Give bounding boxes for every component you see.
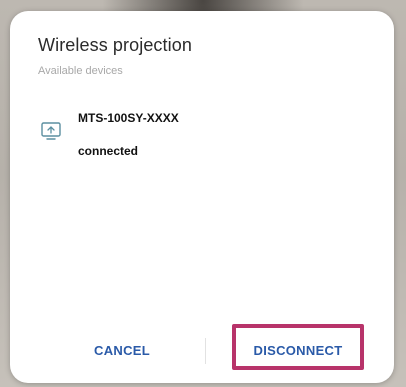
dialog-subtitle: Available devices [38, 65, 123, 77]
device-list-item[interactable]: MTS-100SY-XXXX connected [30, 99, 370, 169]
device-status: connected [78, 144, 139, 158]
dialog-title: Wireless projection [38, 35, 192, 55]
disconnect-button[interactable]: DISCONNECT [236, 334, 360, 368]
device-name: MTS-100SY-XXXX [78, 111, 179, 125]
cancel-button[interactable]: CANCEL [62, 334, 182, 368]
wireless-projection-dialog: Wireless projection Available devices MT… [10, 11, 394, 383]
cast-display-icon [40, 121, 62, 141]
button-divider [205, 338, 206, 364]
